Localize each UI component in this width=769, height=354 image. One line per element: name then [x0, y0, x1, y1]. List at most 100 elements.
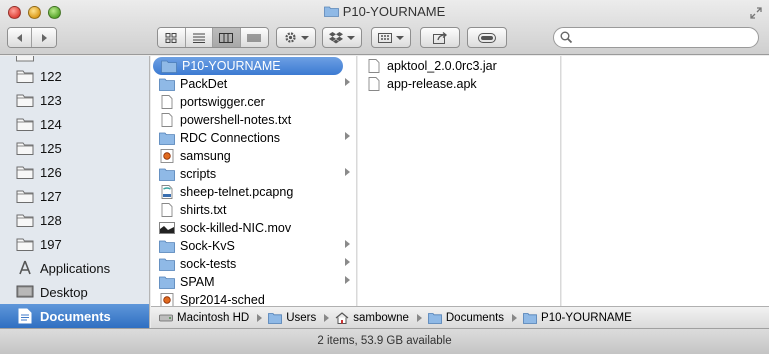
folder-icon: [16, 94, 34, 107]
list-item[interactable]: scripts: [151, 165, 356, 183]
list-item-name: sock-tests: [180, 257, 237, 271]
sidebar-item-label: 124: [40, 116, 62, 132]
list-item-name: RDC Connections: [180, 131, 281, 145]
list-view-button[interactable]: [185, 28, 213, 47]
folder-icon: [159, 240, 175, 253]
list-item[interactable]: RDC Connections: [151, 129, 356, 147]
dropbox-menu-button[interactable]: [322, 27, 362, 48]
list-item[interactable]: shirts.txt: [151, 201, 356, 219]
list-item[interactable]: app-release.apk: [358, 75, 560, 93]
sidebar-item-label: 126: [40, 164, 62, 180]
list-item[interactable]: sock-tests: [151, 255, 356, 273]
sidebar-item-label: 122: [40, 68, 62, 84]
column-view-button[interactable]: [213, 28, 241, 47]
list-item-name: P10-YOURNAME: [182, 59, 281, 73]
disclosure-arrow-icon: [345, 132, 350, 140]
share-button[interactable]: [420, 27, 460, 48]
arrange-menu-button[interactable]: [371, 27, 411, 48]
sidebar-item-124[interactable]: 124: [0, 112, 149, 136]
folder-icon: [16, 190, 34, 203]
chevron-down-icon: [396, 35, 404, 40]
path-separator-icon: [512, 313, 518, 322]
sidebar-item-197[interactable]: 197: [0, 232, 149, 256]
path-crumb-label: Documents: [445, 311, 505, 324]
status-bar: 2 items, 53.9 GB available: [0, 328, 769, 354]
icon-view-icon: [165, 32, 177, 43]
list-item-name: app-release.apk: [387, 77, 477, 91]
sidebar-item-label: Applications: [40, 260, 111, 276]
list-item[interactable]: SPAM: [151, 273, 356, 291]
folder-icon: [159, 78, 175, 91]
list-item-name: powershell-notes.txt: [180, 113, 292, 127]
back-arrow-icon: [16, 33, 22, 42]
sidebar: 122 123 124 125 126 127 128 197 Applicat…: [0, 56, 150, 328]
hard-drive-icon: [159, 314, 173, 321]
icon-view-button[interactable]: [158, 28, 186, 47]
folder-icon: [268, 312, 283, 324]
chevron-down-icon: [300, 35, 309, 40]
path-crumb-p10-yourname[interactable]: P10-YOURNAME: [523, 312, 632, 324]
path-separator-icon: [257, 313, 263, 322]
sidebar-item-128[interactable]: 128: [0, 208, 149, 232]
list-item-name: scripts: [180, 167, 217, 181]
list-item-name: PackDet: [180, 77, 228, 91]
browser-column-empty[interactable]: [562, 56, 769, 306]
sidebar-item-125[interactable]: 125: [0, 136, 149, 160]
disclosure-arrow-icon: [345, 276, 350, 284]
cover-flow-button[interactable]: [240, 28, 268, 47]
documents-icon: [18, 308, 32, 324]
path-crumb-sambowne[interactable]: sambowne: [335, 312, 409, 324]
list-item-name: samsung: [180, 149, 231, 163]
titlebar: P10-YOURNAME: [0, 0, 769, 55]
list-item[interactable]: PackDet: [151, 75, 356, 93]
browser-column-p10-yourname: apktool_2.0.0rc3.jar app-release.apk: [358, 56, 561, 306]
gear-icon: [284, 32, 296, 43]
forward-button[interactable]: [32, 28, 56, 47]
folder-icon: [159, 132, 175, 145]
list-item[interactable]: sock-killed-NIC.mov: [151, 219, 356, 237]
window-title: P10-YOURNAME: [0, 4, 769, 19]
sidebar-item-122[interactable]: 122: [0, 64, 149, 88]
folder-icon: [323, 6, 339, 17]
sidebar-item-desktop[interactable]: Desktop: [0, 280, 149, 304]
path-crumb-users[interactable]: Users: [268, 312, 316, 324]
path-crumb-label: Macintosh HD: [177, 311, 250, 324]
sidebar-item-123[interactable]: 123: [0, 88, 149, 112]
list-item[interactable]: apktool_2.0.0rc3.jar: [358, 57, 560, 75]
path-crumb-label: P10-YOURNAME: [541, 311, 632, 324]
search-input[interactable]: [576, 30, 752, 45]
list-item[interactable]: Sock-KvS: [151, 237, 356, 255]
path-crumb-documents[interactable]: Documents: [427, 311, 505, 324]
status-text: 2 items, 53.9 GB available: [317, 335, 452, 347]
folder-icon: [161, 60, 177, 73]
folder-icon: [16, 142, 34, 155]
list-item-name: SPAM: [180, 275, 215, 289]
sidebar-item-label: 128: [40, 212, 62, 228]
list-item[interactable]: sheep-telnet.pcapng: [151, 183, 356, 201]
applications-icon: [19, 260, 31, 275]
dropbox-icon: [329, 31, 343, 43]
action-menu-button[interactable]: [276, 27, 316, 48]
fullscreen-icon[interactable]: [749, 6, 763, 20]
movie-file-icon: [159, 222, 175, 234]
list-item[interactable]: Spr2014-sched: [151, 291, 356, 306]
finder-window: P10-YOURNAME 122 123 124 125 126 127 128…: [0, 0, 769, 354]
back-button[interactable]: [8, 28, 32, 47]
chevron-down-icon: [347, 35, 355, 40]
edit-tags-button[interactable]: [467, 27, 507, 48]
sidebar-item-applications[interactable]: Applications: [0, 256, 149, 280]
list-item-name: Spr2014-sched: [180, 293, 265, 306]
list-item[interactable]: samsung: [151, 147, 356, 165]
sidebar-item-label: 127: [40, 188, 62, 204]
folder-icon: [16, 70, 34, 83]
list-item[interactable]: P10-YOURNAME: [153, 57, 351, 75]
sidebar-item-127[interactable]: 127: [0, 184, 149, 208]
list-item[interactable]: portswigger.cer: [151, 93, 356, 111]
folder-icon: [16, 118, 34, 131]
search-field[interactable]: [553, 27, 759, 48]
path-crumb-macintosh-hd[interactable]: Macintosh HD: [159, 312, 249, 324]
forward-arrow-icon: [42, 33, 47, 42]
sidebar-item-documents[interactable]: Documents: [0, 304, 149, 328]
list-item[interactable]: powershell-notes.txt: [151, 111, 356, 129]
sidebar-item-126[interactable]: 126: [0, 160, 149, 184]
